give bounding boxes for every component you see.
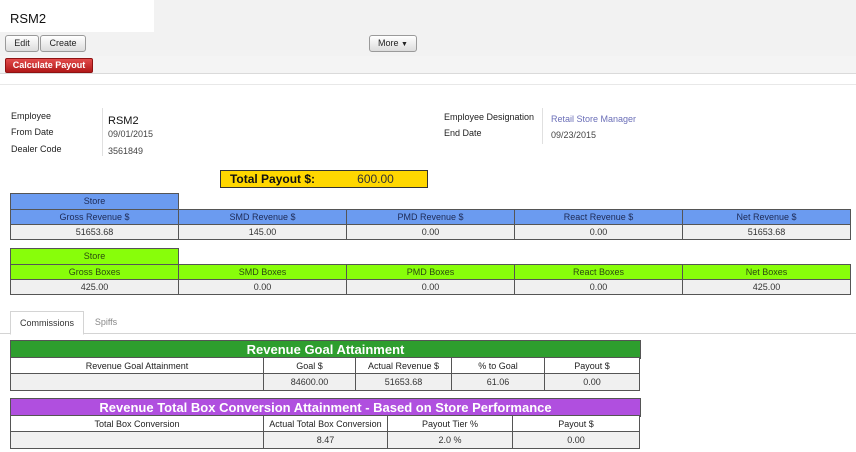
end-date-label: End Date: [444, 128, 482, 138]
boxes-header-gross: Gross Boxes: [10, 264, 179, 280]
goal-attainment-value: [10, 373, 264, 391]
create-button[interactable]: Create: [40, 35, 86, 52]
employee-label: Employee: [11, 111, 52, 121]
from-date-label: From Date: [11, 127, 54, 137]
record-header: RSM2 Edit Create More ▼: [0, 0, 856, 56]
revenue-header-smd: SMD Revenue $: [178, 209, 347, 225]
employee-value[interactable]: RSM2: [108, 115, 139, 127]
boxes-table: Gross Boxes SMD Boxes PMD Boxes React Bo…: [10, 264, 851, 295]
conv-payout-value: 0.00: [512, 431, 640, 449]
revenue-react-value: 0.00: [514, 224, 683, 240]
boxes-pmd-value: 0.00: [346, 279, 515, 295]
boxes-header-pmd: PMD Boxes: [346, 264, 515, 280]
revenue-header-gross: Gross Revenue $: [10, 209, 179, 225]
tab-spiffs[interactable]: Spiffs: [86, 311, 126, 333]
conv-header-payout: Payout $: [512, 415, 640, 432]
boxes-store-caption: Store: [10, 248, 179, 265]
boxes-gross-value: 425.00: [10, 279, 179, 295]
total-payout-value: 600.00: [324, 170, 428, 188]
goal-header-percent: % to Goal: [451, 357, 545, 374]
conv-header-tier: Payout Tier %: [387, 415, 513, 432]
boxes-header-react: React Boxes: [514, 264, 683, 280]
field-separator: [102, 108, 103, 156]
boxes-react-value: 0.00: [514, 279, 683, 295]
goal-header-actual: Actual Revenue $: [355, 357, 452, 374]
chevron-down-icon: ▼: [401, 41, 408, 48]
revenue-header-react: React Revenue $: [514, 209, 683, 225]
goal-header-attainment: Revenue Goal Attainment: [10, 357, 264, 374]
action-bar: Calculate Payout: [0, 56, 856, 74]
table-row: 425.00 0.00 0.00 0.00 425.00: [10, 279, 851, 295]
boxes-net-value: 425.00: [682, 279, 851, 295]
goal-payout-value: 0.00: [544, 373, 640, 391]
calculate-payout-button[interactable]: Calculate Payout: [5, 58, 93, 73]
revenue-header-net: Net Revenue $: [682, 209, 851, 225]
record-title: RSM2: [10, 11, 47, 26]
boxes-header-smd: SMD Boxes: [178, 264, 347, 280]
designation-label: Employee Designation: [444, 112, 535, 122]
dealer-code-value[interactable]: 3561849: [108, 146, 143, 156]
tab-commissions[interactable]: Commissions: [10, 311, 84, 335]
revenue-gross-value: 51653.68: [10, 224, 179, 240]
goal-attainment-table: Revenue Goal Attainment Goal $ Actual Re…: [10, 357, 640, 391]
field-separator: [542, 108, 543, 144]
revenue-net-value: 51653.68: [682, 224, 851, 240]
from-date-value[interactable]: 09/01/2015: [108, 129, 153, 139]
conv-actual-value: 8.47: [263, 431, 388, 449]
revenue-header-pmd: PMD Revenue $: [346, 209, 515, 225]
revenue-smd-value: 145.00: [178, 224, 347, 240]
total-payout-label: Total Payout $:: [220, 170, 325, 188]
goal-header-goal: Goal $: [263, 357, 356, 374]
dealer-code-label: Dealer Code: [11, 144, 62, 154]
conv-header-total: Total Box Conversion: [10, 415, 264, 432]
table-row: 84600.00 51653.68 61.06 0.00: [10, 373, 640, 391]
table-row: 51653.68 145.00 0.00 0.00 51653.68: [10, 224, 851, 240]
table-row: 8.47 2.0 % 0.00: [10, 431, 640, 449]
goal-actual-value: 51653.68: [355, 373, 452, 391]
more-button-label: More: [378, 38, 399, 48]
box-conversion-table: Total Box Conversion Actual Total Box Co…: [10, 415, 640, 449]
revenue-pmd-value: 0.00: [346, 224, 515, 240]
more-button[interactable]: More ▼: [369, 35, 417, 52]
boxes-header-net: Net Boxes: [682, 264, 851, 280]
end-date-value[interactable]: 09/23/2015: [551, 130, 596, 140]
conv-tier-value: 2.0 %: [387, 431, 513, 449]
goal-header-payout: Payout $: [544, 357, 640, 374]
edit-button[interactable]: Edit: [5, 35, 39, 52]
revenue-table: Gross Revenue $ SMD Revenue $ PMD Revenu…: [10, 209, 851, 240]
goal-value: 84600.00: [263, 373, 356, 391]
revenue-store-caption: Store: [10, 193, 179, 210]
conv-header-actual: Actual Total Box Conversion: [263, 415, 388, 432]
designation-value[interactable]: Retail Store Manager: [551, 114, 636, 124]
tab-bar: Commissions Spiffs: [0, 311, 856, 335]
divider: [0, 84, 856, 85]
boxes-smd-value: 0.00: [178, 279, 347, 295]
goal-percent-value: 61.06: [451, 373, 545, 391]
conv-total-value: [10, 431, 264, 449]
